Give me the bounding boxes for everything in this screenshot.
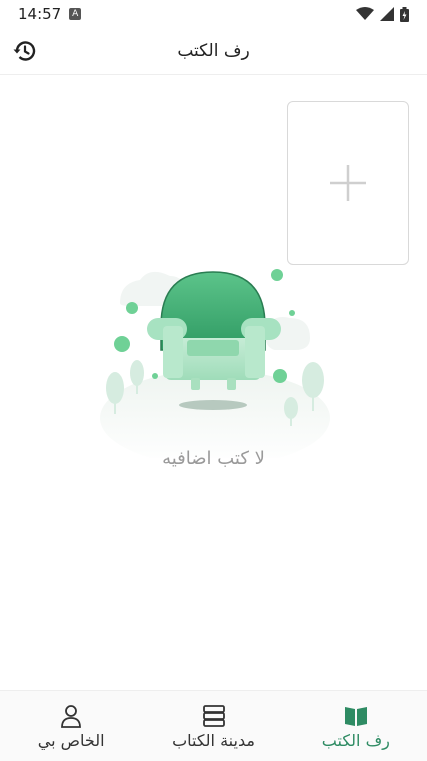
empty-state-message: لا كتب اضافيه — [162, 448, 265, 469]
open-book-icon — [343, 703, 369, 729]
status-bar: 14:57 A — [0, 0, 427, 28]
wifi-icon — [356, 7, 374, 20]
battery-icon — [400, 6, 409, 22]
history-icon — [13, 41, 36, 61]
nav-item-bookshelf[interactable]: رف الكتب — [285, 691, 427, 761]
status-time: 14:57 — [18, 5, 62, 23]
nav-label-book-city: مدينة الكتاب — [172, 731, 255, 750]
nav-item-book-city[interactable]: مدينة الكتاب — [142, 691, 284, 761]
page-title: رف الكتب — [177, 41, 250, 61]
status-right — [356, 6, 409, 22]
nav-item-profile[interactable]: الخاص بي — [0, 691, 142, 761]
cellular-icon — [380, 7, 394, 21]
empty-shelf-illustration — [100, 269, 330, 458]
history-button[interactable] — [10, 36, 40, 66]
add-book-card[interactable] — [287, 101, 409, 265]
person-icon — [58, 703, 84, 729]
bottom-nav: رف الكتب مدينة الكتاب الخاص بي — [0, 690, 427, 761]
nav-label-profile: الخاص بي — [37, 731, 105, 750]
nav-label-bookshelf: رف الكتب — [321, 731, 390, 750]
status-left: 14:57 A — [18, 5, 82, 23]
plus-icon — [330, 165, 366, 201]
stack-icon — [201, 703, 227, 729]
app-bar: رف الكتب — [0, 28, 427, 75]
notification-icon: A — [69, 8, 82, 20]
